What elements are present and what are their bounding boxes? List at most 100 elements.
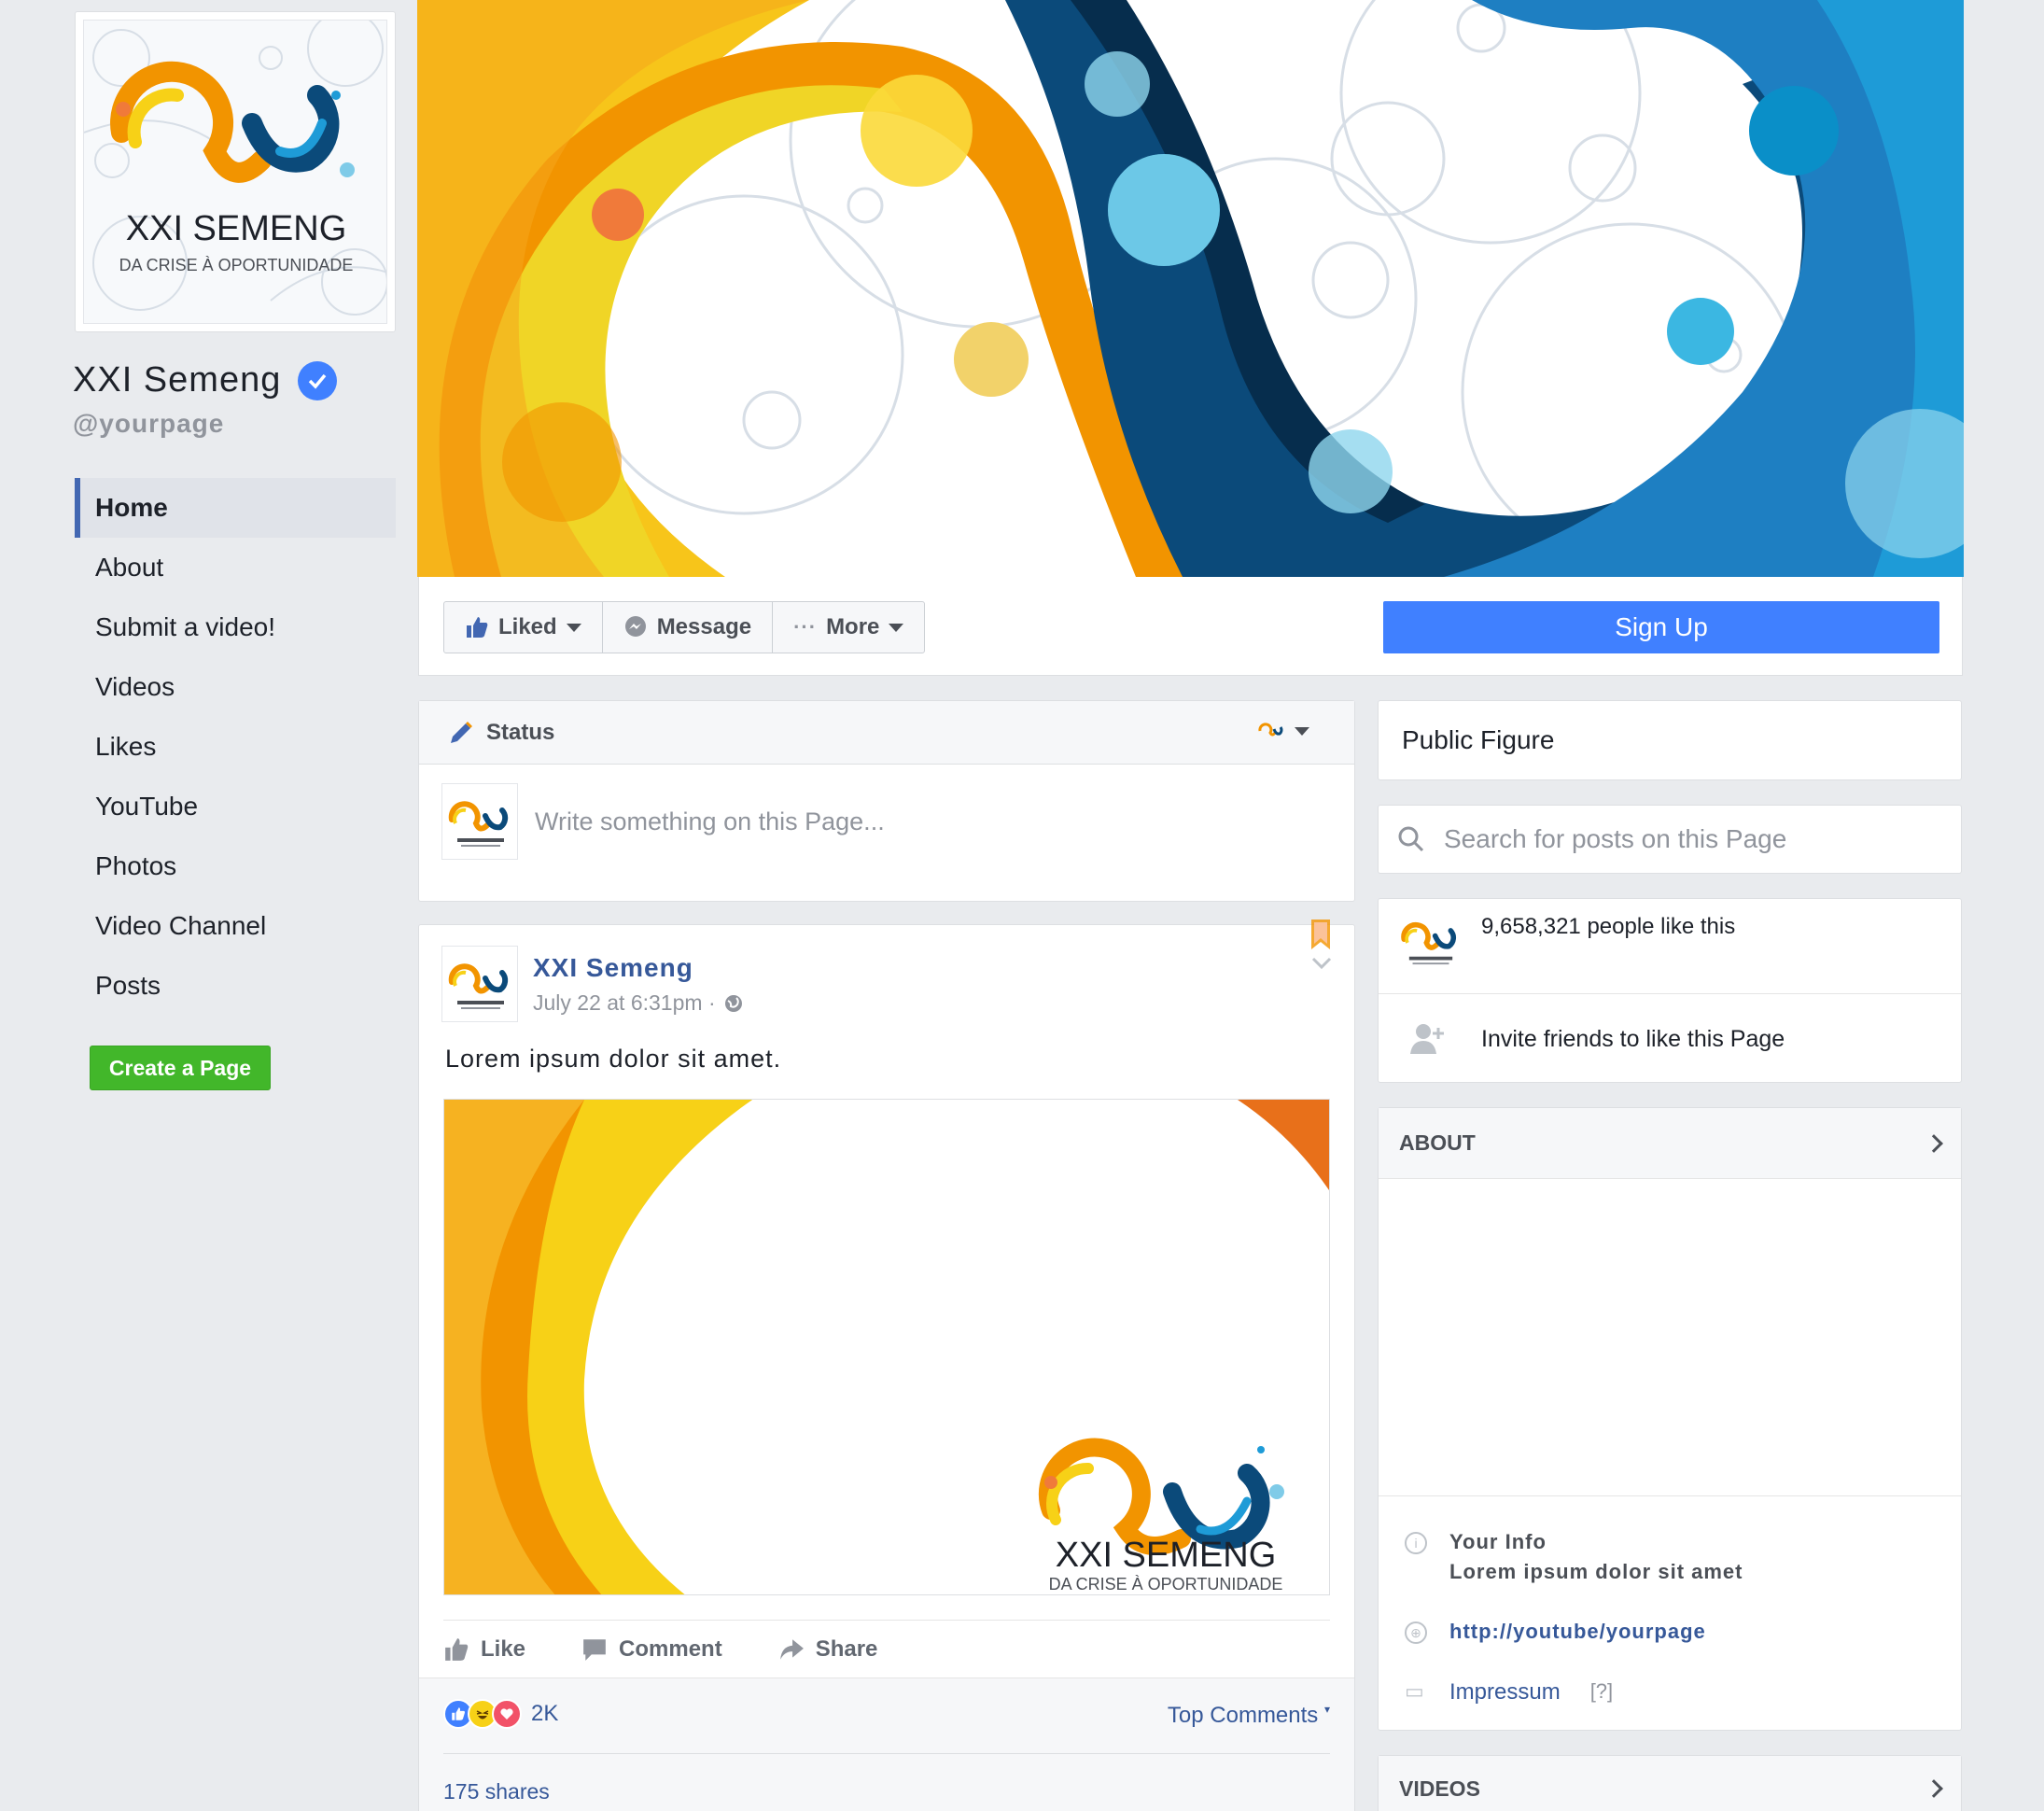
caret-down-icon: ▾ (1323, 1703, 1330, 1716)
more-dots-icon: ··· (793, 615, 818, 639)
info-icon: i (1405, 1532, 1427, 1554)
like-button[interactable]: Like (443, 1636, 525, 1663)
your-info-row: i Your Info Lorem ipsum dolor sit amet (1379, 1530, 1961, 1584)
avatar (441, 783, 518, 860)
post-action-bar: Like Comment Share (443, 1620, 1330, 1678)
message-button[interactable]: Message (603, 602, 774, 653)
share-button[interactable]: Share (778, 1636, 878, 1663)
post-footer: 2K Top Comments ▾ 175 shares (419, 1678, 1354, 1811)
page-nav: Home About Submit a video! Videos Likes … (75, 478, 396, 1016)
invite-friends-row[interactable]: Invite friends to like this Page (1379, 994, 1961, 1084)
page-name-text[interactable]: XXI Semeng (73, 360, 281, 400)
profile-logo: XXI SEMENG DA CRISE À OPORTUNIDADE (83, 20, 387, 324)
nav-item-posts[interactable]: Posts (75, 956, 396, 1016)
post-image-title: XXI SEMENG (1056, 1536, 1277, 1575)
nav-item-likes[interactable]: Likes (75, 717, 396, 777)
chevron-right-icon (1925, 1133, 1943, 1153)
share-label: Share (815, 1636, 878, 1662)
liked-label: Liked (498, 614, 557, 639)
caret-down-icon (1295, 726, 1309, 736)
book-icon: ▭ (1405, 1679, 1424, 1703)
website-link[interactable]: http://youtube/yourpage (1449, 1620, 1706, 1644)
status-tab[interactable]: Status (486, 720, 554, 746)
likes-card: 9,658,321 people like this Invite friend… (1378, 898, 1962, 1083)
caret-down-icon (889, 623, 904, 632)
reaction-count: 2K (531, 1701, 559, 1726)
nav-item-youtube[interactable]: YouTube (75, 777, 396, 836)
search-input[interactable]: Search for posts on this Page (1444, 824, 1786, 854)
page-title[interactable]: XXI Semeng (73, 360, 338, 400)
videos-header[interactable]: VIDEOS (1379, 1756, 1961, 1811)
composer-body[interactable]: Write something on this Page... (419, 765, 1354, 878)
page-category-card: Public Figure (1378, 700, 1962, 780)
page-search[interactable]: Search for posts on this Page (1378, 805, 1962, 874)
add-friend-icon (1410, 1024, 1444, 1054)
nav-item-photos[interactable]: Photos (75, 836, 396, 896)
like-label: Like (481, 1636, 526, 1662)
nav-item-submit-video[interactable]: Submit a video! (75, 597, 396, 657)
cover-artwork (417, 0, 1964, 577)
about-title: ABOUT (1399, 1130, 1476, 1155)
nav-item-about[interactable]: About (75, 538, 396, 597)
nav-item-videos[interactable]: Videos (75, 657, 396, 717)
post-meta: July 22 at 6:31pm · (533, 990, 744, 1016)
verified-badge-icon (298, 360, 338, 400)
website-row: ⊕ http://youtube/yourpage (1379, 1620, 1961, 1644)
logo-title: XXI SEMENG (126, 209, 347, 248)
comment-button[interactable]: Comment (581, 1636, 722, 1663)
top-comments-label: Top Comments (1167, 1703, 1319, 1728)
more-button[interactable]: ··· More (773, 602, 924, 653)
invite-friends-text: Invite friends to like this Page (1481, 1026, 1785, 1052)
thumbs-up-icon (467, 617, 488, 638)
page-category[interactable]: Public Figure (1402, 725, 1554, 755)
page-actionbar: Liked Message ··· More Sign Up (418, 577, 1963, 676)
post-as-selector[interactable] (1257, 720, 1309, 742)
liked-button[interactable]: Liked (444, 602, 603, 653)
thumbs-up-icon (445, 1637, 469, 1661)
profile-picture[interactable]: XXI SEMENG DA CRISE À OPORTUNIDADE (75, 11, 396, 332)
search-icon (1398, 826, 1424, 852)
shares-count[interactable]: 175 shares (443, 1779, 550, 1804)
page-handle[interactable]: @yourpage (73, 409, 224, 439)
post-composer: Status Write something on this Page... (418, 700, 1355, 902)
avatar-logo-icon (448, 963, 509, 1009)
post-timestamp[interactable]: July 22 at 6:31pm · (533, 990, 716, 1016)
post-artwork: XXI SEMENG DA CRISE À OPORTUNIDADE (444, 1100, 1329, 1594)
love-reaction-icon (492, 1699, 522, 1729)
likes-count: 9,658,321 people like this (1481, 914, 1736, 939)
composer-input[interactable]: Write something on this Page... (535, 807, 885, 836)
sign-up-button[interactable]: Sign Up (1383, 601, 1939, 653)
post-image[interactable]: XXI SEMENG DA CRISE À OPORTUNIDADE (443, 1099, 1330, 1595)
more-label: More (826, 614, 880, 639)
bookmark-icon[interactable] (1309, 920, 1332, 951)
cover-photo[interactable] (417, 0, 1964, 577)
impressum-help[interactable]: [?] (1590, 1679, 1613, 1706)
avatar-logo-icon (448, 801, 509, 847)
nav-item-video-channel[interactable]: Video Channel (75, 896, 396, 956)
create-page-button[interactable]: Create a Page (90, 1046, 271, 1090)
page-action-buttons: Liked Message ··· More (443, 601, 926, 653)
chevron-right-icon (1925, 1779, 1943, 1798)
globe-icon[interactable] (723, 993, 744, 1014)
chevron-down-icon[interactable] (1311, 957, 1332, 970)
pencil-icon (451, 721, 472, 743)
videos-card[interactable]: VIDEOS (1378, 1755, 1962, 1811)
comment-icon (583, 1638, 606, 1661)
about-card: ABOUT i Your Info Lorem ipsum dolor sit … (1378, 1107, 1962, 1731)
globe-icon: ⊕ (1405, 1621, 1427, 1644)
caret-down-icon (566, 623, 581, 632)
your-info-text: Lorem ipsum dolor sit amet (1449, 1560, 1743, 1583)
composer-tabs: Status (419, 701, 1354, 765)
share-icon (779, 1638, 804, 1660)
logo-subtitle: DA CRISE À OPORTUNIDADE (119, 256, 354, 274)
post-author-avatar[interactable] (441, 946, 518, 1022)
nav-item-home[interactable]: Home (75, 478, 396, 538)
about-header[interactable]: ABOUT (1379, 1108, 1961, 1179)
post-author[interactable]: XXI Semeng (533, 953, 693, 983)
likes-row[interactable]: 9,658,321 people like this (1379, 899, 1961, 994)
impressum-link[interactable]: Impressum (1449, 1679, 1561, 1706)
page-logo-icon (1258, 723, 1283, 737)
reactions-summary[interactable]: 2K (443, 1699, 558, 1729)
page-avatar (1395, 906, 1466, 977)
top-comments-selector[interactable]: Top Comments ▾ (1168, 1703, 1330, 1729)
